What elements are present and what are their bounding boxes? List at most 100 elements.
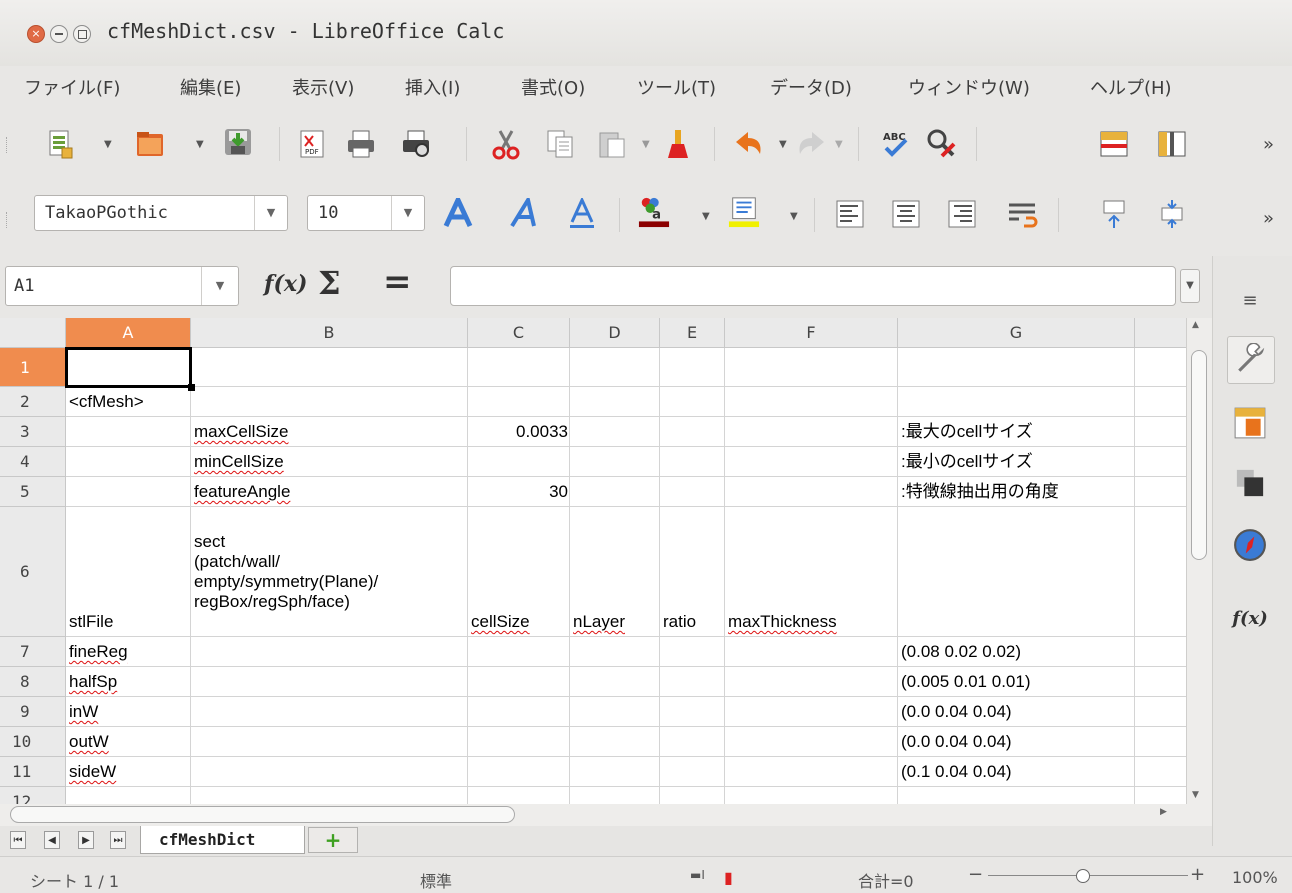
template-icon[interactable] — [134, 128, 166, 160]
font-color-dropdown-icon[interactable]: ▼ — [702, 211, 710, 222]
corner-select-all[interactable] — [0, 318, 66, 348]
menu-format[interactable]: 書式(O) — [521, 74, 585, 100]
maximize-window-button[interactable] — [73, 25, 91, 43]
cell-b5[interactable]: featureAngle — [194, 482, 290, 502]
scroll-up-icon[interactable]: ▲ — [1192, 320, 1199, 330]
cell-b3[interactable]: maxCellSize — [194, 422, 288, 442]
toolbar-grip[interactable] — [6, 137, 10, 153]
row-header-7[interactable]: 7 — [0, 637, 66, 667]
column-header-e[interactable]: E — [660, 318, 725, 348]
paste-dropdown-icon[interactable]: ▼ — [642, 139, 650, 150]
cell-a11[interactable]: sideW — [69, 762, 116, 782]
cell-g9[interactable]: (0.0 0.04 0.04) — [901, 702, 1012, 722]
toolbar-grip[interactable] — [6, 212, 10, 228]
save-icon[interactable] — [222, 126, 254, 158]
expand-formula-button[interactable]: ▼ — [1180, 269, 1200, 303]
row-header-3[interactable]: 3 — [0, 417, 66, 447]
font-name-combo[interactable]: TakaoPGothic ▼ — [34, 195, 288, 231]
toolbar1-more-button[interactable]: » — [1263, 134, 1274, 155]
navigator-compass-icon[interactable] — [1227, 522, 1273, 568]
cell-a8[interactable]: halfSp — [69, 672, 117, 692]
undo-icon[interactable] — [732, 128, 764, 160]
menu-window[interactable]: ウィンドウ(W) — [908, 74, 1030, 100]
align-left-icon[interactable] — [834, 198, 866, 230]
bold-icon[interactable] — [442, 198, 474, 230]
prev-sheet-icon[interactable]: ◀ — [44, 831, 60, 849]
next-sheet-icon[interactable]: ▶ — [78, 831, 94, 849]
sum-button[interactable]: Σ — [318, 264, 341, 302]
row-header-5[interactable]: 5 — [0, 477, 66, 507]
menu-insert[interactable]: 挿入(I) — [405, 74, 460, 100]
cell-g8[interactable]: (0.005 0.01 0.01) — [901, 672, 1030, 692]
menu-data[interactable]: データ(D) — [770, 74, 852, 100]
selection-sum[interactable]: 合計=0 — [858, 868, 914, 892]
cell-e6[interactable]: ratio — [663, 612, 696, 632]
sheet-tab-cfmeshdict[interactable]: cfMeshDict — [140, 826, 305, 854]
styles-icon[interactable] — [1227, 400, 1273, 446]
cell-g3[interactable]: :最大のcellサイズ — [901, 422, 1033, 442]
last-sheet-icon[interactable]: ⏭ — [110, 831, 126, 849]
row-header-1[interactable]: 1 — [0, 348, 66, 387]
template-dropdown-icon[interactable]: ▼ — [196, 139, 204, 150]
export-pdf-icon[interactable]: PDF — [296, 128, 328, 160]
fill-handle[interactable] — [188, 384, 195, 391]
row-header-2[interactable]: 2 — [0, 387, 66, 417]
row-header-4[interactable]: 4 — [0, 447, 66, 477]
scroll-right-icon[interactable]: ▶ — [1160, 807, 1167, 817]
cell-g11[interactable]: (0.1 0.04 0.04) — [901, 762, 1012, 782]
cut-icon[interactable] — [490, 128, 522, 160]
name-box[interactable]: A1 ▼ — [5, 266, 239, 306]
scroll-down-icon[interactable]: ▼ — [1192, 790, 1199, 800]
chevron-down-icon[interactable]: ▼ — [201, 267, 238, 305]
row-header-6[interactable]: 6 — [0, 507, 66, 637]
properties-wrench-icon[interactable] — [1227, 336, 1275, 384]
menu-edit[interactable]: 編集(E) — [180, 74, 241, 100]
row-header-12[interactable]: 12 — [0, 787, 66, 804]
freeze-columns-icon[interactable] — [1156, 128, 1188, 160]
find-replace-icon[interactable] — [926, 128, 958, 160]
zoom-slider-thumb[interactable] — [1076, 869, 1090, 883]
row-header-8[interactable]: 8 — [0, 667, 66, 697]
close-window-button[interactable]: × — [27, 25, 45, 43]
wrap-text-icon[interactable] — [1006, 198, 1038, 230]
zoom-in-button[interactable]: + — [1190, 864, 1205, 885]
new-document-icon[interactable] — [44, 128, 76, 160]
cell-a2[interactable]: <cfMesh> — [69, 392, 144, 412]
column-header-h[interactable] — [1135, 318, 1186, 348]
row-header-9[interactable]: 9 — [0, 697, 66, 727]
menu-help[interactable]: ヘルプ(H) — [1090, 74, 1172, 100]
italic-icon[interactable] — [508, 198, 540, 230]
chevron-down-icon[interactable]: ▼ — [391, 196, 424, 230]
clone-formatting-icon[interactable] — [662, 128, 694, 160]
insert-mode-icon[interactable]: ▬I — [690, 868, 705, 882]
active-cell-cursor[interactable] — [65, 347, 192, 388]
cell-c5[interactable]: 30 — [468, 482, 568, 502]
new-dropdown-icon[interactable]: ▼ — [104, 139, 112, 150]
print-preview-icon[interactable] — [400, 128, 432, 160]
minimize-window-button[interactable] — [50, 25, 68, 43]
column-header-a[interactable]: A — [66, 318, 191, 348]
zoom-out-button[interactable]: − — [968, 864, 983, 885]
redo-dropdown-icon[interactable]: ▼ — [835, 139, 843, 150]
vertical-scrollbar[interactable]: ▲ ▼ — [1186, 318, 1212, 804]
redo-icon[interactable] — [796, 128, 828, 160]
cell-a9[interactable]: inW — [69, 702, 98, 722]
cell-g5[interactable]: :特徴線抽出用の角度 — [901, 482, 1059, 502]
gallery-icon[interactable] — [1227, 460, 1273, 506]
cell-g4[interactable]: :最小のcellサイズ — [901, 452, 1033, 472]
underline-icon[interactable] — [566, 198, 598, 230]
menu-view[interactable]: 表示(V) — [292, 74, 354, 100]
cell-a10[interactable]: outW — [69, 732, 109, 752]
highlight-dropdown-icon[interactable]: ▼ — [790, 211, 798, 222]
column-header-c[interactable]: C — [468, 318, 570, 348]
undo-dropdown-icon[interactable]: ▼ — [779, 139, 787, 150]
cell-g10[interactable]: (0.0 0.04 0.04) — [901, 732, 1012, 752]
formula-input[interactable] — [450, 266, 1176, 306]
cell-a6[interactable]: stlFile — [69, 612, 113, 632]
chevron-down-icon[interactable]: ▼ — [254, 196, 287, 230]
menu-tools[interactable]: ツール(T) — [637, 74, 716, 100]
cell-b4[interactable]: minCellSize — [194, 452, 284, 472]
spreadsheet-grid[interactable]: A B C D E F G 1 2 3 4 5 6 7 8 9 10 11 12… — [0, 318, 1186, 804]
cell-c3[interactable]: 0.0033 — [468, 422, 568, 442]
font-color-icon[interactable]: a — [638, 196, 670, 228]
